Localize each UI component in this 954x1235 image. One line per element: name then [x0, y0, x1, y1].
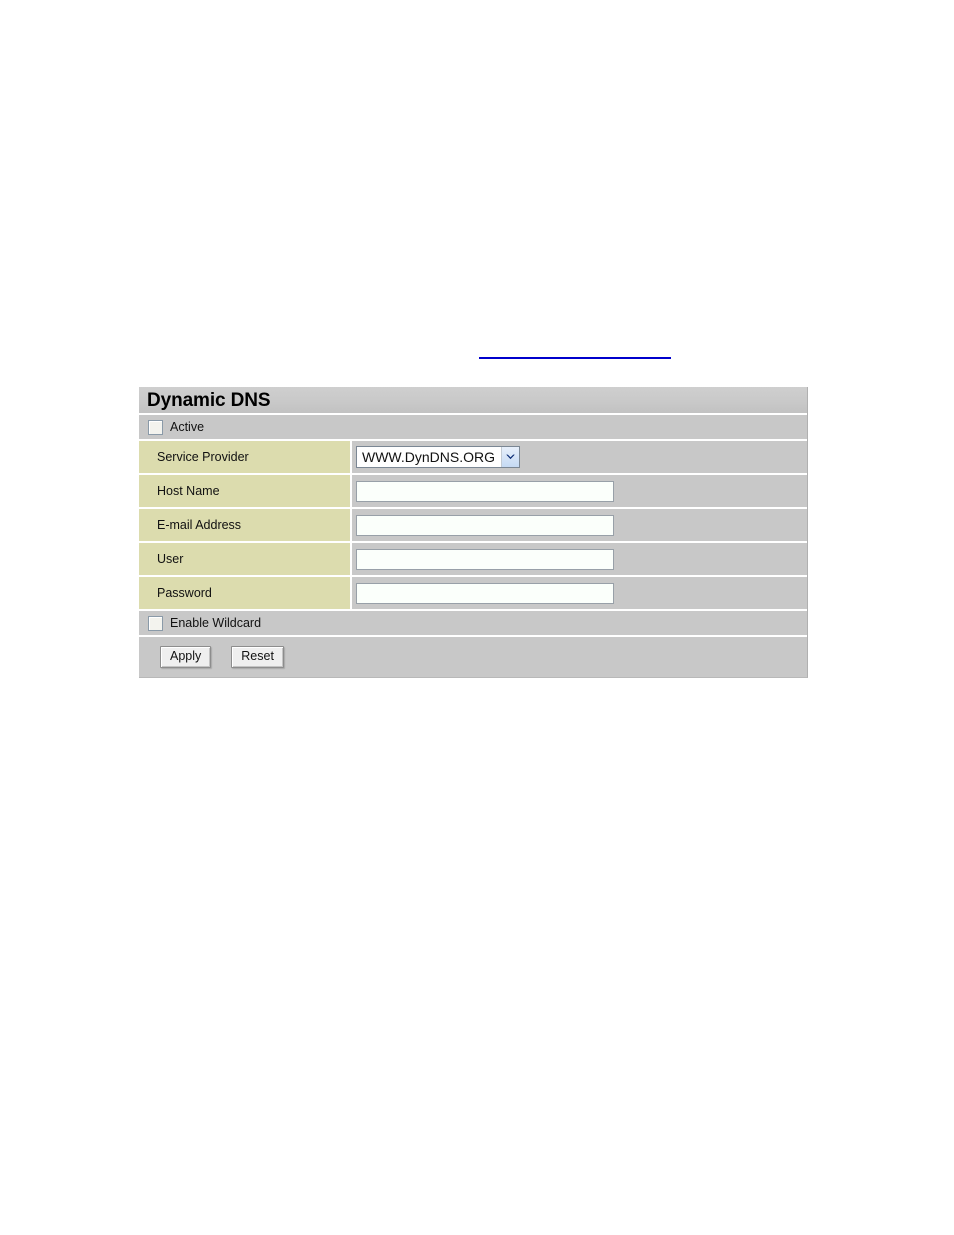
host-name-input[interactable] — [356, 480, 614, 502]
email-address-label: E-mail Address — [139, 509, 352, 541]
button-row: Apply Reset — [139, 637, 807, 677]
active-label: Active — [170, 419, 205, 434]
enable-wildcard-checkbox[interactable] — [148, 615, 163, 631]
dynamic-dns-panel: Dynamic DNS Active Service Provider WWW.… — [139, 387, 808, 678]
active-checkbox[interactable] — [148, 419, 163, 435]
user-input[interactable] — [356, 548, 614, 570]
password-input[interactable] — [356, 582, 614, 604]
enable-wildcard-row: Enable Wildcard — [139, 611, 807, 637]
user-label: User — [139, 543, 352, 575]
host-name-label: Host Name — [139, 475, 352, 507]
password-row: Password — [139, 577, 807, 611]
panel-header: Dynamic DNS — [139, 387, 807, 415]
user-row: User — [139, 543, 807, 577]
host-name-row: Host Name — [139, 475, 807, 509]
password-label: Password — [139, 577, 352, 609]
enable-wildcard-label: Enable Wildcard — [170, 615, 262, 630]
service-provider-selected-value: WWW.DynDNS.ORG — [362, 449, 495, 465]
chevron-down-icon[interactable] — [501, 447, 519, 467]
password-value-cell — [352, 577, 807, 609]
service-provider-value-cell: WWW.DynDNS.ORG — [352, 441, 807, 473]
email-address-value-cell — [352, 509, 807, 541]
active-row: Active — [139, 415, 807, 441]
apply-button[interactable]: Apply — [160, 646, 212, 668]
host-name-value-cell — [352, 475, 807, 507]
service-provider-select[interactable]: WWW.DynDNS.ORG — [356, 446, 520, 468]
horizontal-rule — [479, 357, 671, 359]
page-title: Dynamic DNS — [147, 389, 271, 411]
user-value-cell — [352, 543, 807, 575]
email-address-row: E-mail Address — [139, 509, 807, 543]
reset-button[interactable]: Reset — [231, 646, 284, 668]
service-provider-row: Service Provider WWW.DynDNS.ORG — [139, 441, 807, 475]
email-address-input[interactable] — [356, 514, 614, 536]
service-provider-label: Service Provider — [139, 441, 352, 473]
